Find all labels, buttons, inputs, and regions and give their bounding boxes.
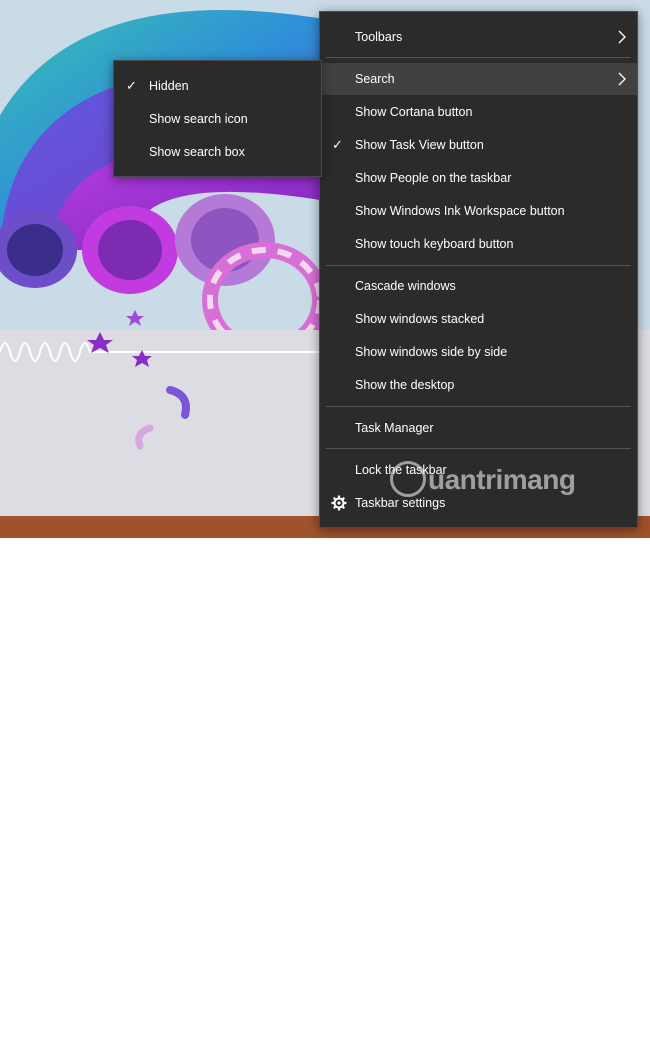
menu-separator (326, 265, 631, 266)
menu-item-toolbars[interactable]: Toolbars (320, 21, 637, 53)
speaker-icon[interactable] (634, 1036, 648, 1050)
menu-item-show-desktop[interactable]: Show the desktop (320, 369, 637, 401)
gear-icon (331, 495, 347, 511)
menu-item-search[interactable]: Search (320, 63, 637, 95)
menu-item-label: Show People on the taskbar (355, 171, 512, 185)
menu-item-label: Show Windows Ink Workspace button (355, 204, 565, 218)
menu-item-label: Show windows side by side (355, 345, 508, 359)
menu-item-show-touch-keyboard[interactable]: Show touch keyboard button (320, 228, 637, 260)
menu-separator (326, 448, 631, 449)
menu-item-cascade-windows[interactable]: Cascade windows (320, 270, 637, 302)
check-icon: ✓ (332, 137, 343, 152)
watermark-logo-icon (390, 460, 426, 497)
menu-item-show-people[interactable]: Show People on the taskbar (320, 162, 637, 194)
check-icon: ✓ (126, 78, 137, 93)
menu-item-side-by-side[interactable]: Show windows side by side (320, 336, 637, 368)
menu-item-windows-stacked[interactable]: Show windows stacked (320, 303, 637, 335)
submenu-item-hidden[interactable]: ✓ Hidden (114, 70, 321, 102)
network-icon[interactable] (588, 1036, 602, 1050)
menu-item-label: Show Task View button (355, 138, 484, 152)
menu-item-label: Show touch keyboard button (355, 237, 514, 251)
submenu-item-show-search-icon[interactable]: Show search icon (114, 103, 321, 135)
menu-separator (326, 57, 631, 58)
chevron-right-icon (618, 72, 626, 86)
menu-separator (326, 406, 631, 407)
submenu-item-show-search-box[interactable]: Show search box (114, 136, 321, 168)
chevron-right-icon (618, 30, 626, 44)
tray-icon[interactable] (614, 1036, 628, 1050)
menu-item-label: Show windows stacked (355, 312, 485, 326)
watermark: uantrimang (390, 460, 576, 500)
menu-item-show-cortana[interactable]: Show Cortana button (320, 96, 637, 128)
search-submenu: ✓ Hidden Show search icon Show search bo… (113, 60, 322, 177)
taskbar-context-menu: Toolbars Search Show Cortana button ✓ Sh… (319, 11, 638, 528)
menu-item-label: Cascade windows (355, 279, 456, 293)
watermark-text: uantrimang (428, 464, 576, 495)
menu-item-task-manager[interactable]: Task Manager (320, 412, 637, 444)
menu-item-show-task-view[interactable]: ✓ Show Task View button (320, 129, 637, 161)
menu-item-show-ink-workspace[interactable]: Show Windows Ink Workspace button (320, 195, 637, 227)
menu-item-label: Show Cortana button (355, 105, 473, 119)
menu-item-search-label: Search (355, 72, 395, 86)
menu-item-label: Show the desktop (355, 378, 455, 392)
submenu-item-label: Hidden (149, 79, 189, 93)
submenu-item-label: Show search icon (149, 112, 248, 126)
menu-item-toolbars-label: Toolbars (355, 30, 403, 44)
menu-item-label: Task Manager (355, 421, 434, 435)
submenu-item-label: Show search box (149, 145, 245, 159)
